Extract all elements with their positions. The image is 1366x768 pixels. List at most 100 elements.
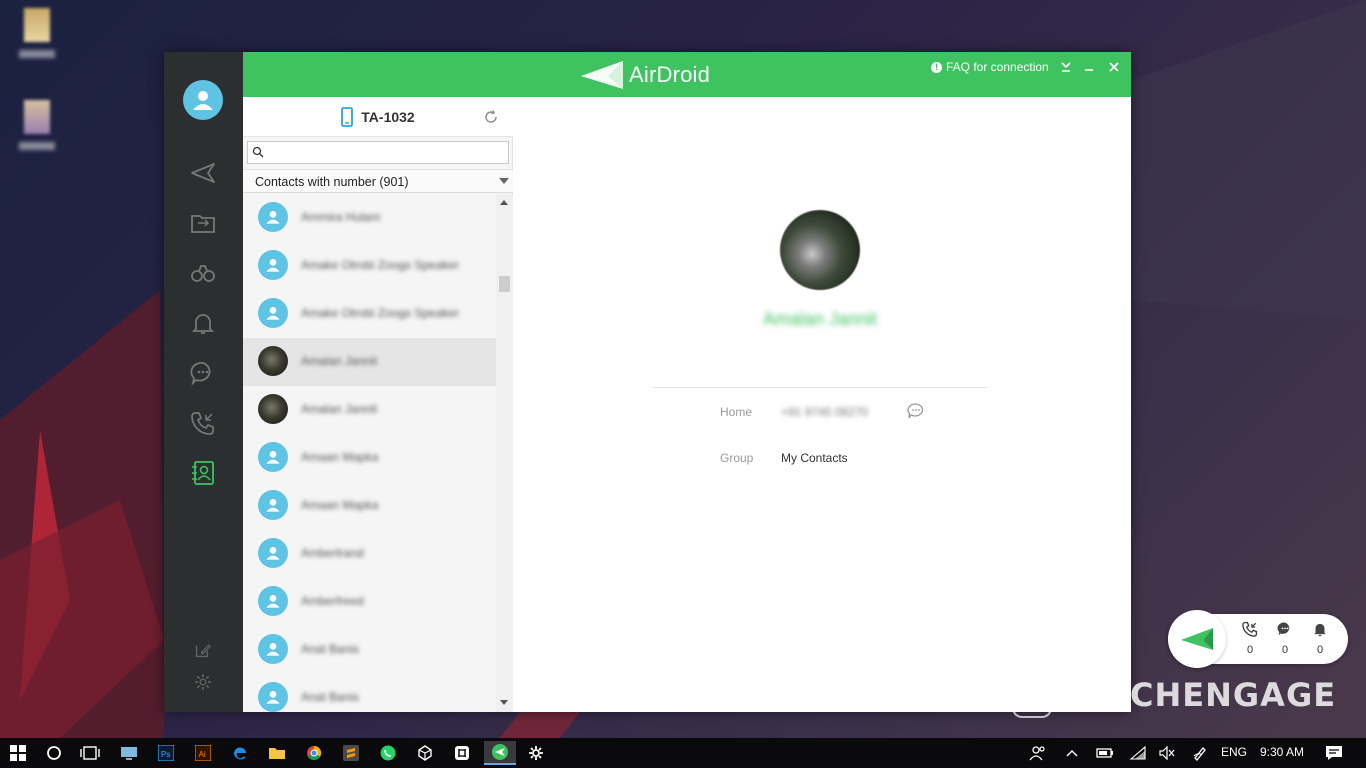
pen-button[interactable] bbox=[1186, 741, 1214, 765]
taskbar-app-unity[interactable] bbox=[411, 741, 439, 765]
nav-messages[interactable] bbox=[188, 358, 218, 388]
phone-icon bbox=[341, 106, 354, 127]
minimize-button[interactable] bbox=[1080, 58, 1098, 76]
taskbar-app-chrome[interactable] bbox=[300, 741, 328, 765]
language-indicator[interactable]: ENG bbox=[1221, 745, 1247, 759]
show-hidden-icons-button[interactable] bbox=[1058, 741, 1086, 765]
taskbar-app-settings[interactable] bbox=[522, 741, 550, 765]
chat-bubble-icon bbox=[907, 403, 924, 419]
device-selector[interactable]: TA-1032 bbox=[243, 97, 513, 137]
chevron-up-icon bbox=[1066, 750, 1078, 757]
contacts-filter-dropdown[interactable]: Contacts with number (901) bbox=[243, 169, 513, 193]
send-message-button[interactable] bbox=[907, 403, 925, 424]
watermark-logo-icon bbox=[1012, 702, 1052, 718]
search-input[interactable] bbox=[248, 142, 508, 163]
contact-name: Ambertrand bbox=[301, 546, 364, 560]
feedback-button[interactable] bbox=[188, 635, 218, 665]
contact-row[interactable]: Amalan Jannit bbox=[243, 338, 496, 386]
nav-contacts[interactable] bbox=[188, 458, 218, 488]
app-name: AirDroid bbox=[629, 62, 711, 87]
desktop-icon[interactable] bbox=[12, 100, 62, 150]
task-view-button[interactable] bbox=[76, 741, 104, 765]
people-button[interactable] bbox=[1024, 741, 1052, 765]
contact-row[interactable]: Anat Banis bbox=[243, 674, 496, 712]
contact-detail-pane: Amalan Jannit Home +91 9745 08270 Group … bbox=[514, 97, 1131, 712]
desktop-icon[interactable] bbox=[12, 8, 62, 58]
notifications-count: 0 bbox=[1316, 644, 1324, 656]
contact-name: Amalan Jannit bbox=[301, 402, 378, 416]
close-button[interactable] bbox=[1105, 58, 1123, 76]
gear-icon bbox=[195, 674, 211, 690]
file-icon bbox=[24, 100, 50, 134]
contact-row[interactable]: Ammira Hulam bbox=[243, 194, 496, 242]
phone-number: +91 9745 08270 bbox=[781, 405, 869, 419]
unity-icon bbox=[418, 745, 432, 761]
volume-button[interactable] bbox=[1153, 741, 1181, 765]
widget-calls[interactable]: 0 bbox=[1237, 620, 1263, 656]
battery-button[interactable] bbox=[1091, 741, 1119, 765]
taskbar-app-whatsapp[interactable] bbox=[374, 741, 402, 765]
faq-link[interactable]: ! FAQ for connection bbox=[931, 60, 1049, 74]
taskbar-app-slack[interactable] bbox=[448, 741, 476, 765]
nav-find-phone[interactable] bbox=[188, 258, 218, 288]
collapse-button[interactable] bbox=[1057, 58, 1075, 76]
taskbar-app-photoshop[interactable]: Ps bbox=[152, 741, 180, 765]
widget-messages[interactable]: 0 bbox=[1272, 620, 1298, 656]
contact-row[interactable]: Amake Otrobi Zoogs Speaker bbox=[243, 290, 496, 338]
refresh-button[interactable] bbox=[483, 109, 499, 130]
windows-icon bbox=[10, 745, 26, 761]
clock[interactable]: 9:30 AM bbox=[1260, 745, 1304, 759]
contact-row[interactable]: Ambertrand bbox=[243, 530, 496, 578]
filter-label: Contacts with number (901) bbox=[255, 175, 409, 189]
contact-name: Amberfreed bbox=[301, 594, 364, 608]
whatsapp-icon bbox=[380, 745, 396, 761]
notification-center-icon bbox=[1326, 746, 1342, 760]
search-field bbox=[247, 141, 509, 164]
start-button[interactable] bbox=[4, 741, 32, 765]
taskbar-app-sublime[interactable] bbox=[337, 741, 365, 765]
contact-row[interactable]: Amake Otrobi Zoogs Speaker bbox=[243, 242, 496, 290]
scroll-up-icon[interactable] bbox=[500, 200, 508, 205]
nav-call-logs[interactable] bbox=[188, 408, 218, 438]
taskbar-app-edge[interactable] bbox=[226, 741, 254, 765]
widget-logo-button[interactable] bbox=[1168, 610, 1226, 668]
scrollbar-thumb[interactable] bbox=[499, 276, 510, 292]
airdroid-floating-widget[interactable]: 0 0 0 bbox=[1168, 610, 1348, 668]
pen-icon bbox=[1193, 747, 1206, 761]
user-icon bbox=[193, 91, 213, 110]
settings-button[interactable] bbox=[188, 667, 218, 697]
account-avatar[interactable] bbox=[183, 80, 223, 120]
folder-transfer-icon bbox=[191, 215, 215, 233]
taskbar-app-remote-desktop[interactable] bbox=[115, 741, 143, 765]
nav-transfer[interactable] bbox=[188, 158, 218, 188]
slack-icon bbox=[455, 746, 469, 760]
monitor-icon bbox=[121, 747, 137, 760]
faq-label: FAQ for connection bbox=[946, 60, 1049, 74]
scroll-down-icon[interactable] bbox=[500, 700, 508, 705]
nav-rail bbox=[164, 52, 243, 712]
airdroid-window: AirDroid ! FAQ for connection TA-1032 Co… bbox=[164, 52, 1131, 712]
contact-row[interactable]: Amaan Mapka bbox=[243, 434, 496, 482]
nav-files[interactable] bbox=[188, 208, 218, 238]
device-name: TA-1032 bbox=[361, 108, 415, 125]
widget-notifications[interactable]: 0 bbox=[1307, 620, 1333, 656]
network-button[interactable] bbox=[1124, 741, 1152, 765]
nav-notifications[interactable] bbox=[188, 308, 218, 338]
binoculars-icon bbox=[191, 265, 215, 282]
contact-row[interactable]: Amberfreed bbox=[243, 578, 496, 626]
chevron-down-icon bbox=[499, 178, 509, 184]
phone-call-icon bbox=[191, 412, 214, 435]
title-bar: AirDroid ! FAQ for connection bbox=[243, 52, 1131, 97]
contact-row[interactable]: Anat Banis bbox=[243, 626, 496, 674]
taskbar-app-file-explorer[interactable] bbox=[263, 741, 291, 765]
taskbar-app-airdroid[interactable] bbox=[484, 741, 516, 765]
contact-avatar-icon bbox=[258, 442, 288, 472]
contact-row[interactable]: Amalan Jannit bbox=[243, 386, 496, 434]
action-center-button[interactable] bbox=[1320, 741, 1348, 765]
contact-row[interactable]: Amaan Mapka bbox=[243, 482, 496, 530]
contacts-scrollbar[interactable] bbox=[496, 194, 513, 712]
search-button[interactable] bbox=[40, 741, 68, 765]
taskbar-app-illustrator[interactable]: Ai bbox=[189, 741, 217, 765]
taskbar: Ps Ai ENG 9:30 AM bbox=[0, 738, 1366, 768]
photoshop-icon: Ps bbox=[158, 745, 174, 761]
